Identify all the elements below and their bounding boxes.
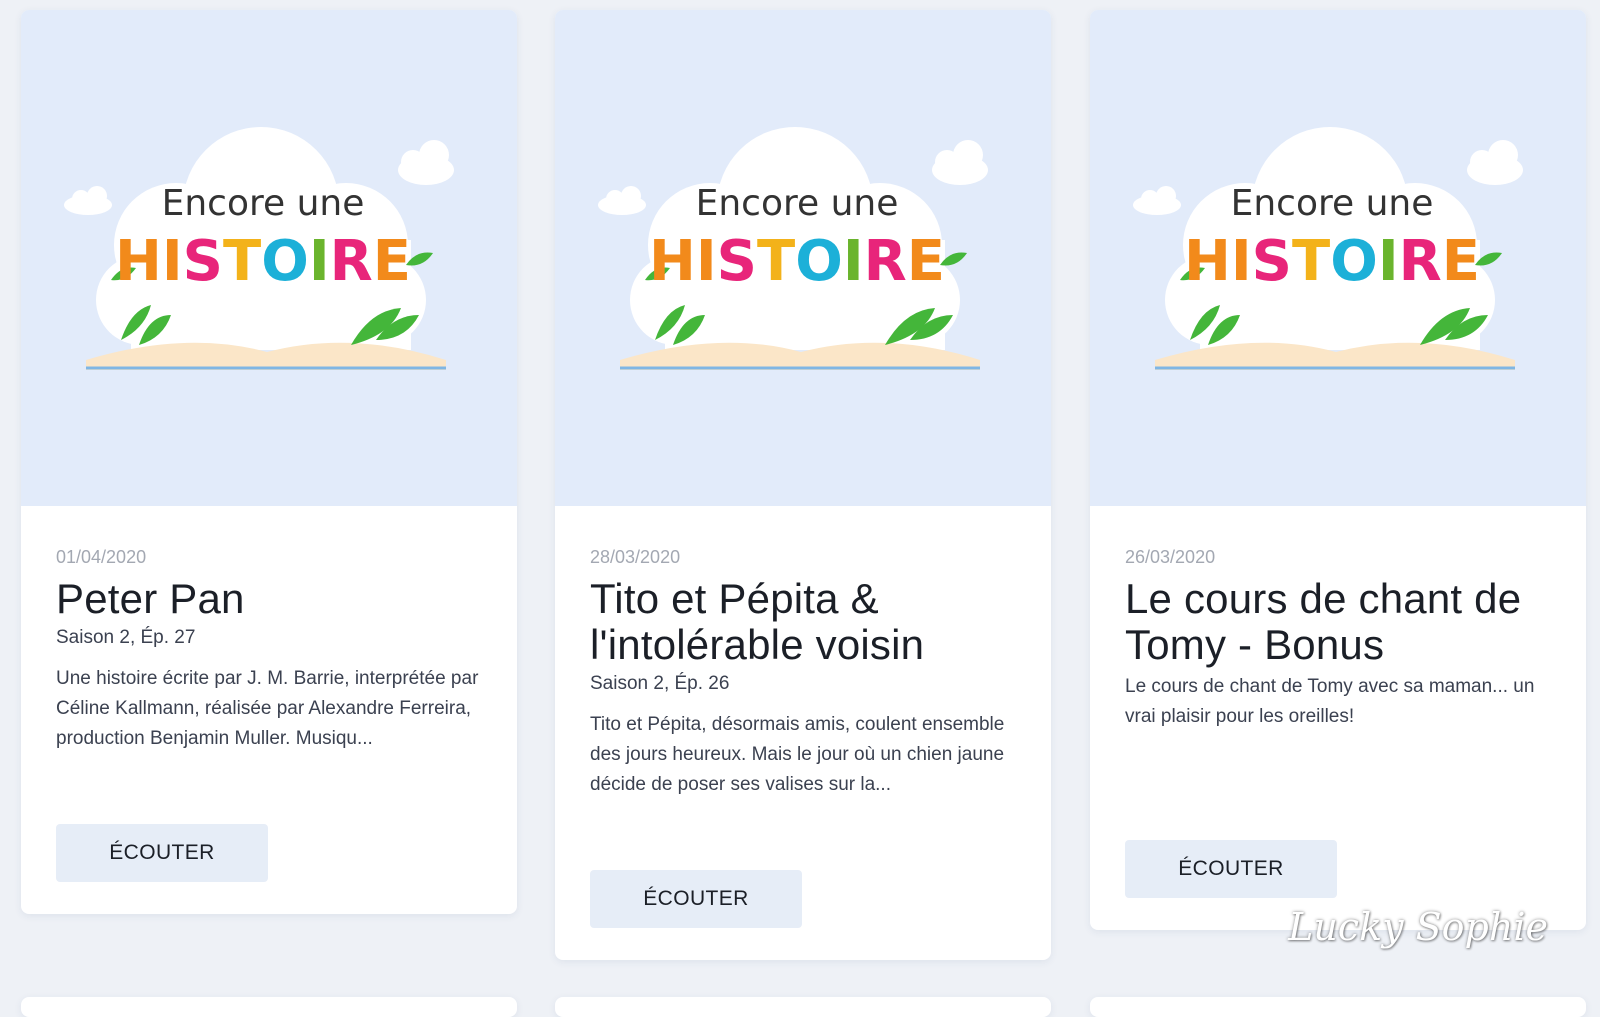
episode-cover-image[interactable]: Encore une HISTOIRE — [1090, 10, 1586, 506]
episode-date: 26/03/2020 — [1125, 547, 1216, 567]
story-book-illustration: Encore une HISTOIRE — [64, 127, 454, 370]
next-episode-card — [21, 997, 517, 1017]
cover-top-text: Encore une — [162, 183, 365, 224]
episode-number: Saison 2, Ép. 27 — [56, 627, 196, 648]
cover-main-text: HISTOIRE — [1184, 229, 1480, 294]
episode-title[interactable]: Tito et Pépita & l'intolérable voisin — [590, 576, 1016, 668]
episode-date: 01/04/2020 — [56, 547, 147, 567]
episode-details: 28/03/2020 Tito et Pépita & l'intolérabl… — [555, 506, 1051, 928]
cover-main-text: HISTOIRE — [115, 229, 411, 294]
episode-title[interactable]: Peter Pan — [56, 576, 482, 622]
episode-details: 26/03/2020 Le cours de chant de Tomy - B… — [1090, 506, 1586, 898]
listen-button[interactable]: ÉCOUTER — [1125, 840, 1337, 898]
episode-cover-image[interactable]: Encore une HISTOIRE — [21, 10, 517, 506]
next-episode-card — [555, 997, 1051, 1017]
episode-cover-image[interactable]: Encore une HISTOIRE — [555, 10, 1051, 506]
story-book-illustration: Encore une HISTOIRE — [598, 127, 988, 370]
cover-top-text: Encore une — [696, 183, 899, 224]
episode-details: 01/04/2020 Peter Pan Saison 2, Ép. 27 Un… — [21, 506, 517, 882]
episode-description: Tito et Pépita, désormais amis, coulent … — [590, 714, 1005, 795]
listen-button[interactable]: ÉCOUTER — [56, 824, 268, 882]
episode-title[interactable]: Le cours de chant de Tomy - Bonus — [1125, 576, 1551, 668]
cover-top-text: Encore une — [1231, 183, 1434, 224]
episode-description: Le cours de chant de Tomy avec sa maman.… — [1125, 676, 1535, 727]
story-book-illustration: Encore une HISTOIRE — [1133, 127, 1523, 370]
episode-description: Une histoire écrite par J. M. Barrie, in… — [56, 668, 479, 749]
watermark: Lucky Sophie — [1288, 905, 1548, 949]
episode-card: Encore une HISTOIRE 28/03/2020 Tito et P… — [555, 10, 1051, 960]
episode-card: Encore une HISTOIRE 26/03/2020 Le cours … — [1090, 10, 1586, 930]
cover-main-text: HISTOIRE — [649, 229, 945, 294]
next-episode-card — [1090, 997, 1586, 1017]
listen-button[interactable]: ÉCOUTER — [590, 870, 802, 928]
episode-card: Encore une HISTOIRE 01/04/2020 Peter Pan… — [21, 10, 517, 914]
episode-number: Saison 2, Ép. 26 — [590, 673, 730, 694]
episode-date: 28/03/2020 — [590, 547, 681, 567]
